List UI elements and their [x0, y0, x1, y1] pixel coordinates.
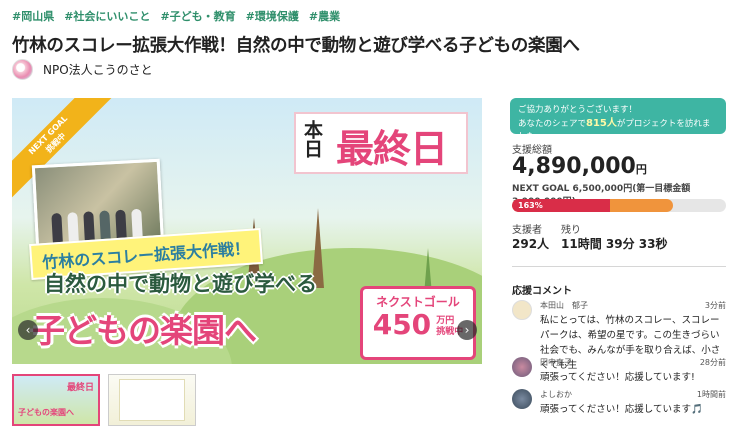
- org-avatar: [12, 59, 33, 80]
- thumb-text: 最終日: [66, 383, 94, 393]
- supporters-label: 支援者: [512, 225, 542, 236]
- thumbnail-1[interactable]: 最終日 子どもの楽園へ: [12, 374, 100, 426]
- goal-amount: 450: [372, 308, 432, 341]
- user-avatar: [512, 357, 532, 377]
- remaining-value: 11時間 39分 33秒: [561, 237, 668, 251]
- organization-link[interactable]: NPO法人こうのさと: [12, 59, 153, 80]
- comment-author: 本田山 郁子: [540, 301, 588, 310]
- tag-link[interactable]: #岡山県: [12, 8, 54, 24]
- thumb-doc: [119, 379, 185, 421]
- person-figure: [131, 208, 143, 240]
- comment-text: 頑張ってください！応援しています🎵: [540, 404, 703, 415]
- total-value: 4,890,000: [512, 154, 636, 179]
- tag-link[interactable]: #子ども・教育: [160, 8, 235, 24]
- last-day-banner: 本日 最終日: [294, 112, 468, 174]
- hero-banner-line3: 子どもの楽園へ: [32, 311, 257, 350]
- comment-item: 本田山 郁子 3分前 私にとっては、竹林のスコレー、スコレーパークは、希望の星で…: [512, 300, 726, 371]
- person-figure: [51, 212, 63, 244]
- total-amount: 4,890,000円: [512, 154, 647, 179]
- notice-line2: あなたのシェアで815人がプロジェクトを訪れました。: [518, 117, 718, 144]
- carousel-prev-button[interactable]: ‹: [18, 320, 38, 340]
- user-avatar: [512, 389, 532, 409]
- project-title: 竹林のスコレー拡張大作戦！自然の中で動物と遊び学べる子どもの楽園へ: [12, 36, 580, 56]
- lastday-small-text: 本日: [301, 120, 323, 158]
- user-avatar: [512, 300, 532, 320]
- hero-banner-line2: 自然の中で動物と遊び学べる: [44, 272, 317, 296]
- tag-link[interactable]: #農業: [309, 8, 340, 24]
- notice-line1: ご協力ありがとうございます！: [518, 105, 638, 115]
- supporters-value: 292人: [512, 237, 550, 251]
- total-unit: 円: [635, 163, 647, 176]
- comment-time: 3分前: [704, 301, 726, 310]
- share-notice: ご協力ありがとうございます！ あなたのシェアで815人がプロジェクトを訪れました…: [510, 98, 726, 142]
- person-figure: [83, 211, 95, 242]
- comments-title: 応援コメント: [512, 286, 572, 297]
- person-figure: [67, 212, 79, 243]
- person-figure: [99, 210, 111, 241]
- comment-time: 28分前: [699, 358, 726, 367]
- tag-link[interactable]: #環境保護: [246, 8, 299, 24]
- thumb-text: 子どもの楽園へ: [18, 408, 74, 417]
- carousel-next-button[interactable]: ›: [457, 320, 477, 340]
- hero-image[interactable]: NEXT GOAL 挑戦中 本日 最終日 竹林のスコレー拡張大作戦！ 自然の中で…: [12, 98, 482, 364]
- comment-author: 田中直子: [540, 358, 572, 367]
- org-name: NPO法人こうのさと: [43, 63, 153, 77]
- person-figure: [115, 209, 127, 241]
- remaining-label: 残り: [561, 225, 581, 236]
- thumbnail-strip: 最終日 子どもの楽園へ: [12, 374, 196, 426]
- comment-item: 田中直子 28分前 頑張ってください！応援しています!: [512, 357, 726, 383]
- progress-fill-primary: 163%: [512, 199, 611, 212]
- notice-count: 815人: [586, 118, 617, 129]
- comment-text: 頑張ってください！応援しています!: [540, 372, 695, 383]
- lastday-big-text: 最終日: [336, 127, 448, 171]
- comment-time: 1時間前: [696, 390, 726, 399]
- comment-item: よしおか 1時間前 頑張ってください！応援しています🎵: [512, 389, 726, 419]
- progress-bar: 163%: [512, 199, 726, 212]
- tag-list: #岡山県 #社会にいいこと #子ども・教育 #環境保護 #農業: [12, 8, 340, 24]
- thumbnail-2[interactable]: [108, 374, 196, 426]
- divider: [512, 266, 726, 267]
- comment-author: よしおか: [540, 390, 572, 399]
- goal-unit-yen: 万円: [436, 316, 455, 326]
- notice-prefix: あなたのシェアで: [518, 119, 587, 129]
- tag-link[interactable]: #社会にいいこと: [64, 8, 150, 24]
